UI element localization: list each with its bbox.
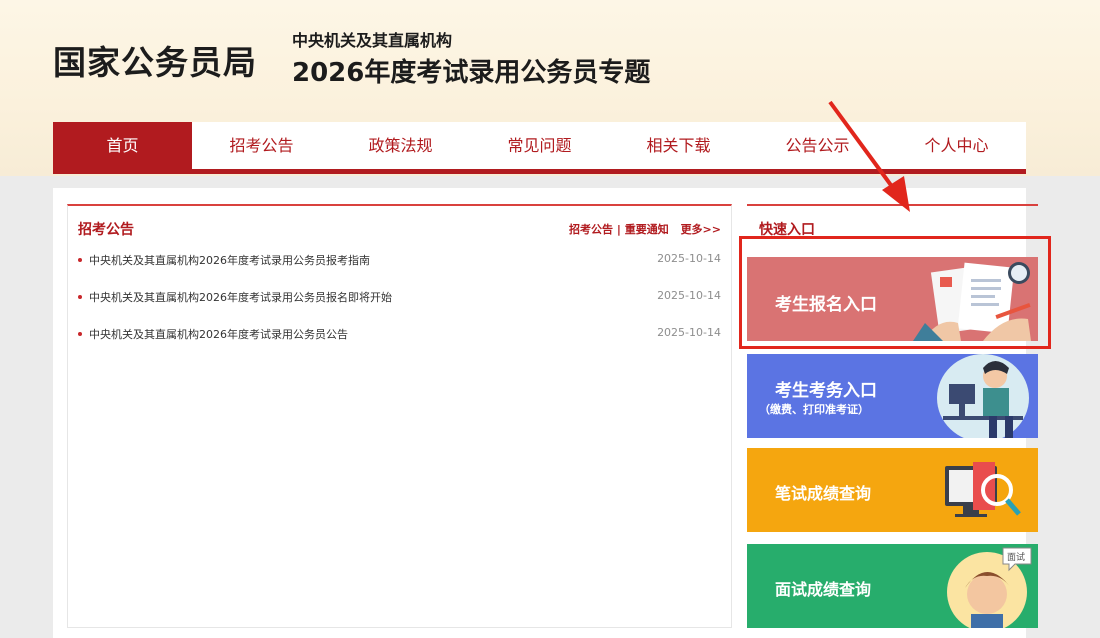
nav-item-policies[interactable]: 政策法规 [331, 122, 470, 169]
exam-affairs-entry-sublabel: （缴费、打印准考证） [759, 403, 869, 416]
list-item[interactable]: 中央机关及其直属机构2026年度考试录用公务员公告 2025-10-14 [78, 326, 721, 363]
nav-item-downloads[interactable]: 相关下载 [609, 122, 748, 169]
link-announcements[interactable]: 招考公告 [569, 223, 613, 236]
bullet-icon [78, 295, 82, 299]
interview-score-query-label: 面试成绩查询 [775, 580, 872, 599]
notice-panel-title: 招考公告 [78, 222, 134, 238]
notice-link[interactable]: 中央机关及其直属机构2026年度考试录用公务员报名即将开始 [89, 289, 392, 305]
notice-links: 招考公告 | 重要通知 更多>> [569, 221, 721, 237]
arrow-down-icon [828, 100, 910, 212]
highlight-box [739, 236, 1051, 349]
notice-date: 2025-10-14 [657, 326, 721, 339]
notice-link[interactable]: 中央机关及其直属机构2026年度考试录用公务员公告 [89, 326, 348, 342]
link-more[interactable]: 更多>> [681, 223, 721, 236]
link-separator: | [616, 223, 621, 236]
header-subtitle-line2: 2026年度考试录用公务员专题 [292, 58, 651, 88]
bullet-icon [78, 258, 82, 262]
notice-panel: 招考公告 招考公告 | 重要通知 更多>> 中央机关及其直属机构2026年度考试… [67, 204, 732, 628]
notice-header: 招考公告 招考公告 | 重要通知 更多>> [78, 219, 721, 239]
notice-date: 2025-10-14 [657, 289, 721, 302]
exam-affairs-entry-button[interactable]: 考生考务入口 （缴费、打印准考证） [747, 354, 1038, 438]
notice-list: 中央机关及其直属机构2026年度考试录用公务员报考指南 2025-10-14 中… [78, 252, 721, 363]
link-important-notices[interactable]: 重要通知 [625, 223, 669, 236]
written-score-query-label: 笔试成绩查询 [775, 484, 872, 503]
person-at-computer-icon [937, 354, 1029, 438]
nav-item-announcements[interactable]: 招考公告 [192, 122, 331, 169]
site-logo[interactable]: 国家公务员局 [53, 36, 257, 84]
exam-affairs-entry-label: 考生考务入口 [775, 381, 877, 401]
bullet-icon [78, 332, 82, 336]
list-item[interactable]: 中央机关及其直属机构2026年度考试录用公务员报考指南 2025-10-14 [78, 252, 721, 289]
notice-date: 2025-10-14 [657, 252, 721, 265]
list-item[interactable]: 中央机关及其直属机构2026年度考试录用公务员报名即将开始 2025-10-14 [78, 289, 721, 326]
interview-score-query-button[interactable]: 面试成绩查询 面试 [747, 544, 1038, 628]
header-subtitle-line1: 中央机关及其直属机构 [292, 31, 453, 50]
written-score-query-button[interactable]: 笔试成绩查询 [747, 448, 1038, 532]
interview-badge: 面试 [1007, 553, 1026, 563]
notice-link[interactable]: 中央机关及其直属机构2026年度考试录用公务员报考指南 [89, 252, 370, 268]
nav-item-faq[interactable]: 常见问题 [470, 122, 609, 169]
nav-item-home[interactable]: 首页 [53, 122, 192, 169]
monitor-magnifier-icon [945, 462, 1021, 517]
